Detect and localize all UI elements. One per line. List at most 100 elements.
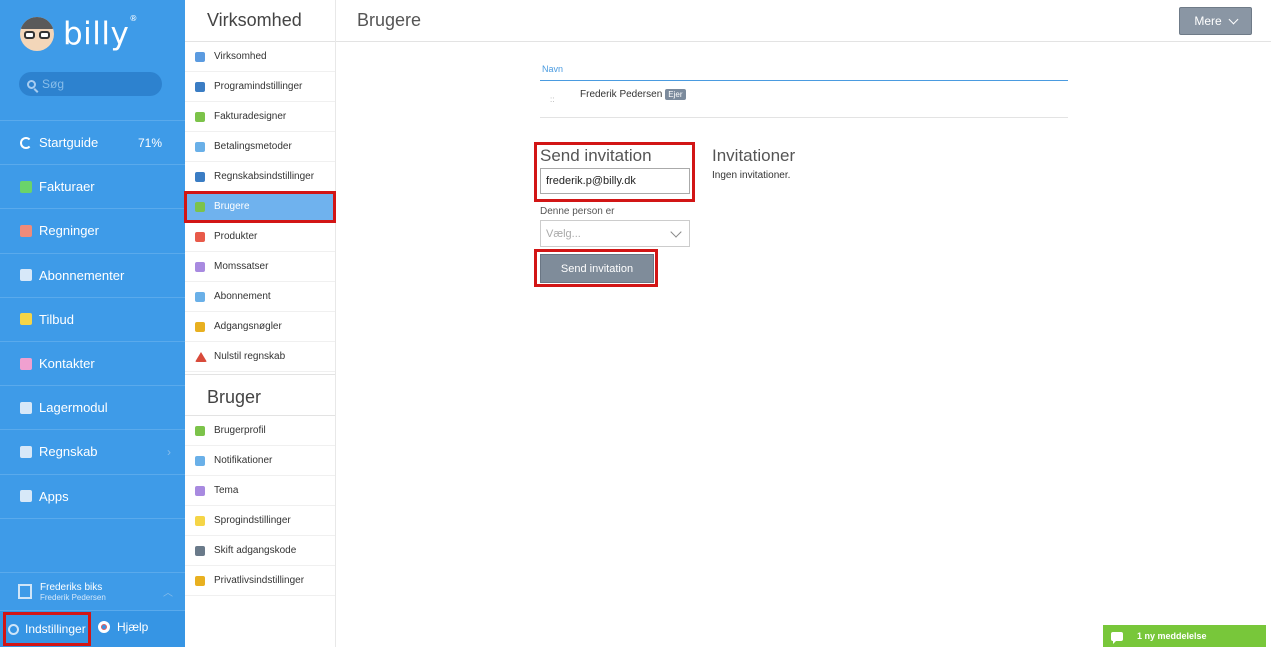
chevron-down-icon (670, 226, 682, 238)
settings-item-regnskabsindstillinger[interactable]: Regnskabsindstillinger (185, 162, 335, 192)
table-row[interactable]: :: Frederik Pedersen Ejer (540, 81, 1068, 118)
search-input[interactable] (42, 77, 152, 91)
product-icon (195, 231, 205, 242)
settings-item-brugerprofil[interactable]: Brugerprofil (185, 416, 335, 446)
settings-item-label: Fakturadesigner (214, 111, 287, 122)
role-label: Denne person er (540, 206, 615, 217)
settings-item-label: Momssatser (214, 261, 269, 272)
settings-item-skift-adgangskode[interactable]: Skift adgangskode (185, 536, 335, 566)
chevron-up-icon: ︿ (163, 588, 173, 599)
search-box[interactable] (19, 72, 162, 96)
invitations-empty-text: Ingen invitationer. (712, 170, 791, 181)
brand-name: billy® (63, 14, 138, 52)
settings-item-label: Adgangsnøgler (214, 321, 282, 332)
billy-mascot-icon (20, 17, 54, 51)
settings-item-abonnement[interactable]: Abonnement (185, 282, 335, 312)
settings-item-brugere[interactable]: Brugere (184, 191, 336, 223)
building-icon (195, 51, 205, 62)
settings-item-label: Skift adgangskode (214, 545, 297, 556)
settings-item-momssatser[interactable]: Momssatser (185, 252, 335, 282)
privacy-icon (195, 575, 205, 586)
nav-item-abonnementer[interactable]: Abonnementer (0, 254, 185, 298)
bill-icon (20, 224, 32, 237)
chat-notification-button[interactable]: 1 ny meddelelse (1103, 625, 1266, 647)
card-icon (195, 141, 205, 152)
help-label: Hjælp (117, 620, 149, 634)
nav-item-label: Apps (39, 488, 69, 504)
nav-item-label: Fakturaer (39, 179, 95, 195)
settings-item-label: Virksomhed (214, 51, 267, 62)
settings-item-adgangsnøgler[interactable]: Adgangsnøgler (185, 312, 335, 342)
settings-item-virksomhed[interactable]: Virksomhed (185, 42, 335, 72)
invite-title: Send invitation (540, 146, 652, 165)
nav-item-label: Kontakter (39, 356, 95, 372)
send-invitation-button[interactable]: Send invitation (540, 254, 654, 283)
nav-item-label: Regninger (39, 223, 99, 239)
settings-item-programindstillinger[interactable]: Programindstillinger (185, 72, 335, 102)
settings-item-tema[interactable]: Tema (185, 476, 335, 506)
avatar: :: (550, 95, 555, 104)
role-select[interactable]: Vælg... (540, 220, 690, 247)
user-name: Frederik Pedersen Ejer (580, 89, 686, 100)
email-field[interactable] (540, 168, 690, 194)
main-nav: Startguide 71% Fakturaer Regninger Abonnemen… (0, 120, 185, 519)
lifebuoy-icon (98, 621, 110, 633)
nav-item-regninger[interactable]: Regninger (0, 209, 185, 254)
settings-item-sprogindstillinger[interactable]: Sprogindstillinger (185, 506, 335, 536)
user-section-title: Bruger (185, 374, 335, 416)
nav-item-kontakter[interactable]: Kontakter (0, 342, 185, 387)
search-icon (27, 79, 36, 89)
more-button[interactable]: Mere (1179, 7, 1252, 35)
owner-badge: Ejer (665, 89, 686, 100)
nav-item-apps[interactable]: Apps (0, 475, 185, 519)
settings-item-label: Brugere (214, 201, 250, 212)
chevron-down-icon (1228, 14, 1239, 24)
nav-item-startguide[interactable]: Startguide 71% (0, 121, 185, 166)
chat-bubble-icon (1111, 631, 1123, 644)
gear-icon (195, 81, 205, 92)
main-sidebar: billy® Startguide 71% Fakturaer Regninger Ab… (0, 0, 185, 647)
nav-item-label: Startguide (39, 135, 99, 151)
nav-item-fakturaer[interactable]: Fakturaer (0, 165, 185, 210)
settings-item-betalingsmetoder[interactable]: Betalingsmetoder (185, 132, 335, 162)
company-switcher[interactable]: Frederiks biks Frederik Pedersen ︿ (0, 572, 185, 610)
company-user: Frederik Pedersen (40, 592, 106, 602)
design-icon (195, 111, 205, 122)
column-header-name[interactable]: Navn (540, 62, 1068, 81)
settings-button[interactable]: Indstillinger (3, 612, 91, 646)
inventory-icon (20, 401, 32, 414)
pie-icon (195, 261, 205, 272)
nav-item-lagermodul[interactable]: Lagermodul (0, 386, 185, 431)
page-title: Brugere (357, 10, 422, 30)
more-label: Mere (1194, 14, 1222, 28)
settings-item-label: Brugerprofil (214, 425, 266, 436)
settings-item-label: Programindstillinger (214, 81, 303, 92)
settings-item-privatlivsindstillinger[interactable]: Privatlivsindstillinger (185, 566, 335, 596)
settings-item-fakturadesigner[interactable]: Fakturadesigner (185, 102, 335, 132)
theme-icon (195, 485, 205, 496)
apps-icon (20, 490, 32, 503)
users-table: Navn :: Frederik Pedersen Ejer (540, 62, 1068, 118)
warning-icon (195, 351, 207, 362)
contact-icon (20, 357, 32, 370)
billy-logo[interactable]: billy® (20, 14, 138, 54)
ledger-icon (195, 171, 205, 182)
bottom-bar: Indstillinger Hjælp (0, 610, 185, 647)
chat-label: 1 ny meddelelse (1137, 631, 1207, 641)
nav-item-tilbud[interactable]: Tilbud (0, 298, 185, 342)
settings-item-label: Regnskabsindstillinger (214, 171, 315, 182)
nav-item-regnskab[interactable]: Regnskab › (0, 430, 185, 475)
settings-item-label: Tema (214, 485, 239, 496)
help-button[interactable]: Hjælp (98, 620, 148, 634)
lock-icon (195, 545, 205, 556)
invoice-icon (20, 180, 32, 193)
building-icon (18, 584, 32, 599)
settings-item-notifikationer[interactable]: Notifikationer (185, 446, 335, 476)
nav-item-label: Regnskab (39, 444, 98, 460)
speech-icon (195, 515, 205, 526)
settings-item-produkter[interactable]: Produkter (185, 222, 335, 252)
settings-label: Indstillinger (25, 622, 86, 636)
settings-item-nulstil-regnskab[interactable]: Nulstil regnskab (185, 342, 335, 372)
users-icon (195, 201, 205, 212)
settings-item-label: Sprogindstillinger (214, 515, 291, 526)
